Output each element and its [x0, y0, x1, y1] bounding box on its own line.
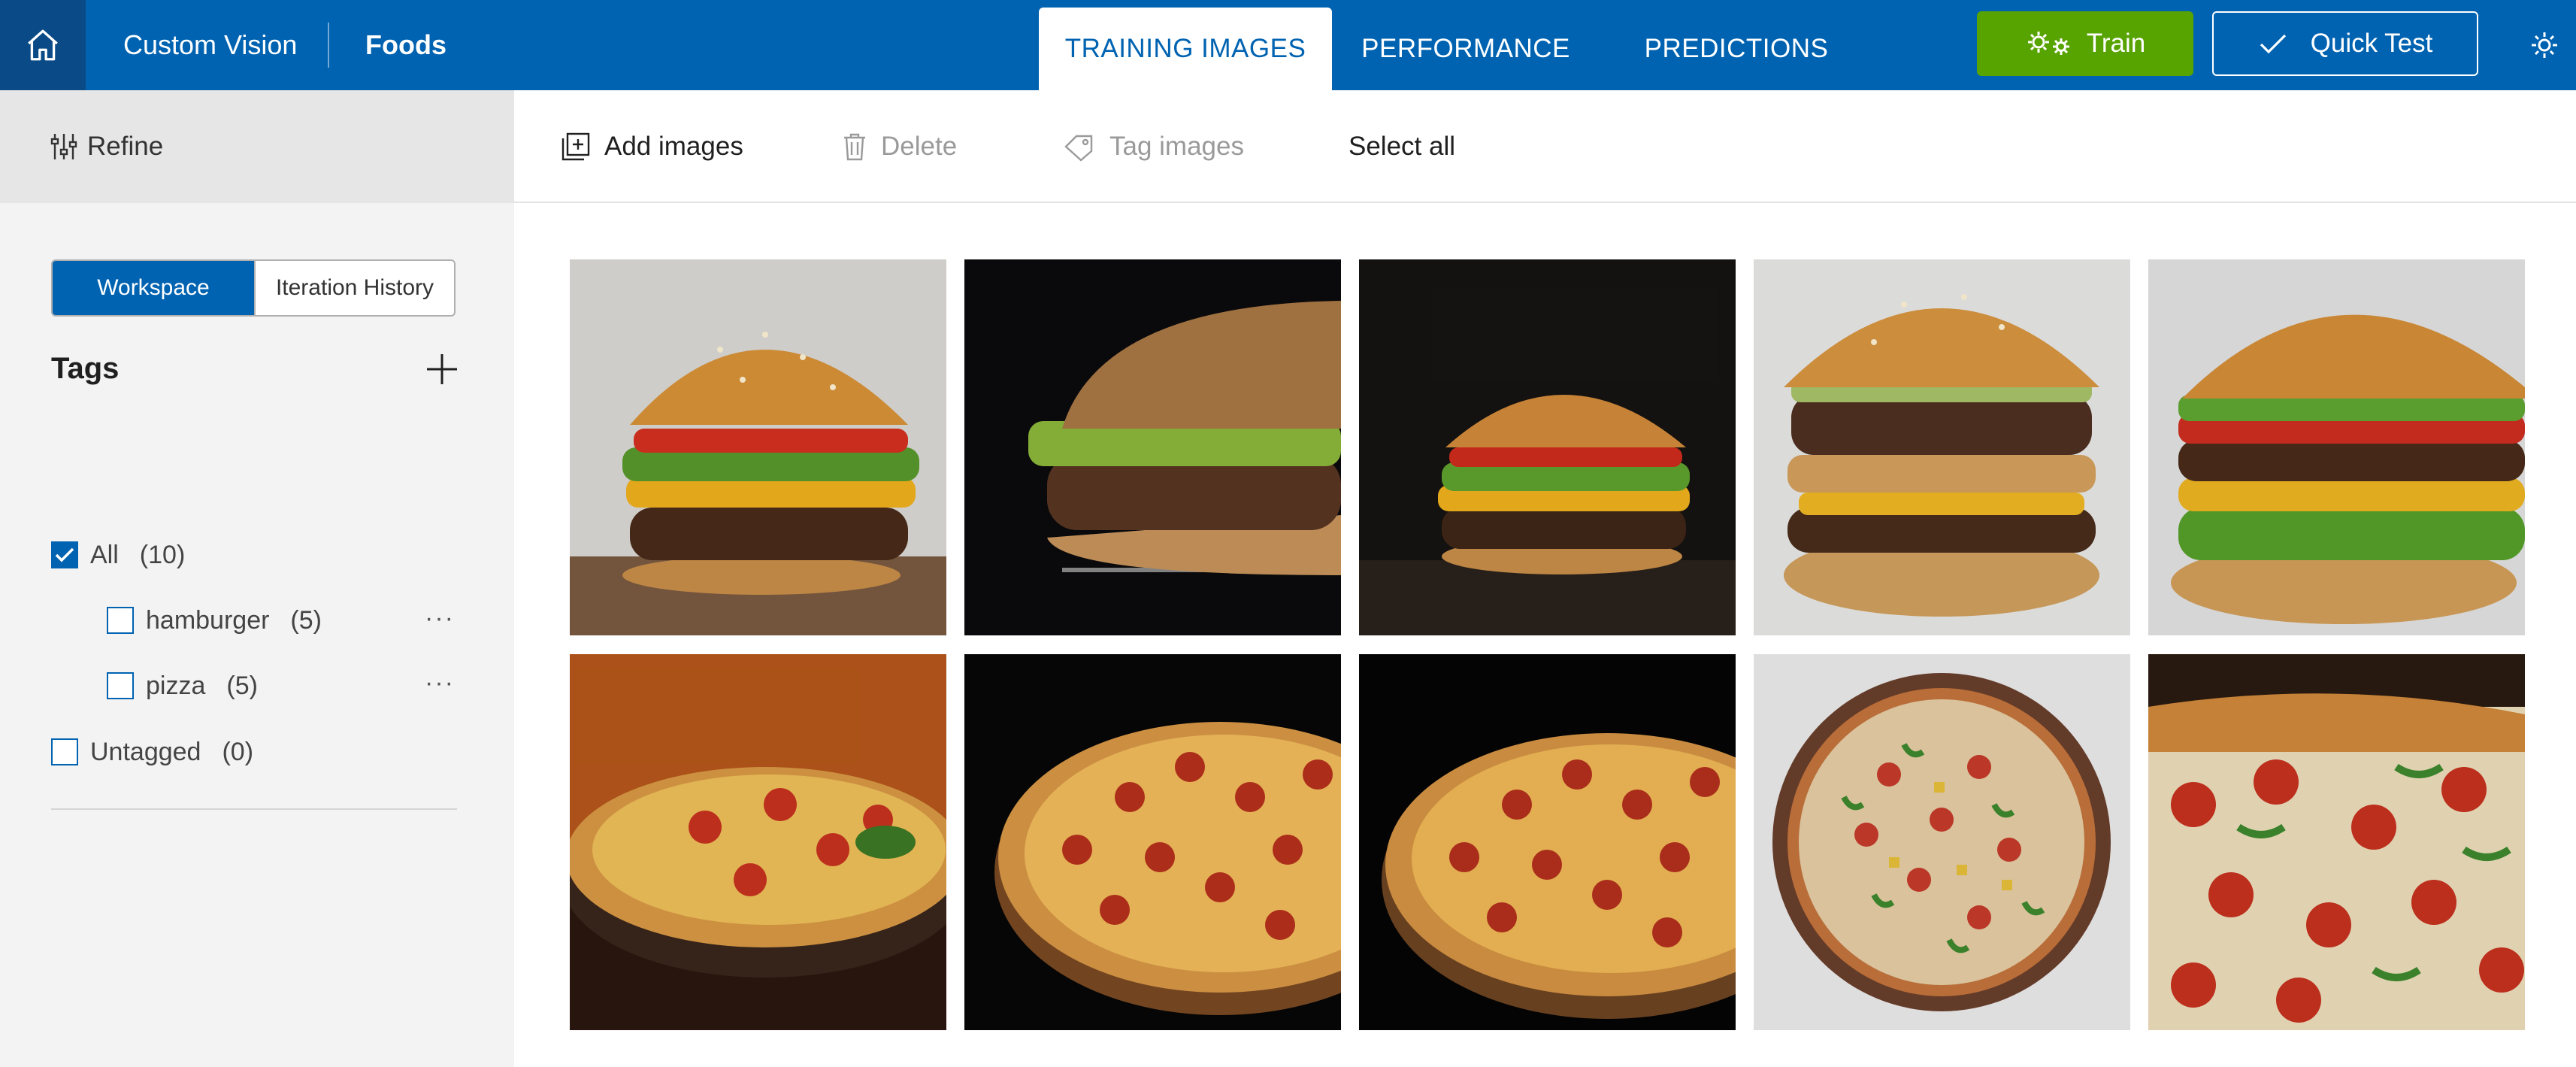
tab-predictions[interactable]: PREDICTIONS [1624, 8, 1849, 90]
tab-performance[interactable]: PERFORMANCE [1346, 8, 1586, 90]
sliders-icon [50, 134, 77, 159]
image-thumbnail-pizza[interactable] [570, 654, 946, 1030]
image-thumbnail-hamburger[interactable] [1754, 259, 2130, 635]
gear-icon [2532, 32, 2557, 58]
view-toggle: Workspace Iteration History [51, 259, 456, 317]
toggle-iteration-history[interactable]: Iteration History [254, 261, 454, 315]
tag-count: (5) [290, 605, 322, 635]
image-thumbnail-hamburger[interactable] [2148, 259, 2525, 635]
trash-icon [844, 133, 865, 161]
plus-icon [427, 354, 457, 384]
refine-label: Refine [87, 132, 164, 161]
sidebar-divider [51, 808, 457, 810]
tag-name: Untagged [90, 737, 201, 766]
breadcrumb-project-name[interactable]: Foods [365, 0, 446, 90]
tag-filter-hamburger[interactable]: hamburger (5) [107, 598, 322, 643]
delete-button[interactable]: Delete [842, 90, 957, 203]
tag-filter-all[interactable]: All (10) [51, 532, 185, 577]
gears-icon [2027, 32, 2069, 55]
home-button[interactable] [0, 0, 86, 90]
select-all-button[interactable]: Select all [1349, 90, 1455, 203]
checkmark-icon [55, 547, 74, 562]
delete-label: Delete [881, 132, 958, 161]
add-tag-button[interactable] [422, 350, 462, 389]
image-thumbnail-hamburger[interactable] [1359, 259, 1736, 635]
image-thumbnail-pizza[interactable] [2148, 654, 2525, 1030]
ellipsis-icon[interactable]: ··· [425, 668, 464, 698]
tag-filter-untagged[interactable]: Untagged (0) [51, 729, 253, 774]
image-thumbnail-pizza[interactable] [964, 654, 1341, 1030]
tag-count: (5) [226, 671, 258, 700]
tag-count: (0) [222, 737, 254, 766]
tab-training-images[interactable]: TRAINING IMAGES [1039, 8, 1332, 90]
train-button[interactable]: Train [1977, 11, 2193, 76]
tag-name: hamburger [146, 605, 270, 635]
ellipsis-icon[interactable]: ··· [425, 603, 464, 633]
add-images-button[interactable]: Add images [561, 90, 743, 203]
top-navigation-bar: Custom Vision Foods TRAINING IMAGES PERF… [0, 0, 2576, 90]
breadcrumb-app-name[interactable]: Custom Vision [123, 0, 297, 90]
tag-name: pizza [146, 671, 206, 700]
image-thumbnail-pizza[interactable] [1754, 654, 2130, 1030]
image-toolbar: Add images Delete Tag images Select all [514, 90, 2576, 203]
image-thumbnail-hamburger[interactable] [964, 259, 1341, 635]
toggle-workspace[interactable]: Workspace [53, 261, 254, 315]
tags-heading: Tags [51, 352, 120, 385]
add-image-icon [562, 132, 590, 161]
train-button-label: Train [2086, 29, 2146, 58]
checkbox-hamburger[interactable] [107, 607, 134, 634]
breadcrumb-separator [328, 23, 329, 68]
tag-filter-pizza[interactable]: pizza (5) [107, 663, 258, 708]
checkbox-pizza[interactable] [107, 672, 134, 699]
tag-name: All [90, 540, 119, 569]
sidebar: Refine Workspace Iteration History Tags … [0, 90, 514, 1067]
checkmark-icon [2260, 34, 2286, 54]
quick-test-button[interactable]: Quick Test [2212, 11, 2478, 76]
image-thumbnail-hamburger[interactable] [570, 259, 946, 635]
tag-icon [1064, 135, 1093, 162]
refine-button[interactable]: Refine [0, 90, 514, 203]
add-images-label: Add images [604, 132, 743, 161]
home-icon [28, 29, 58, 61]
image-thumbnail-pizza[interactable] [1359, 654, 1736, 1030]
checkbox-all[interactable] [51, 541, 78, 568]
tag-count: (10) [139, 540, 186, 569]
quick-test-label: Quick Test [2310, 29, 2433, 58]
settings-button[interactable] [2522, 23, 2567, 68]
tag-images-label: Tag images [1109, 132, 1244, 161]
checkbox-untagged[interactable] [51, 738, 78, 765]
tag-images-button[interactable]: Tag images [1063, 90, 1244, 203]
